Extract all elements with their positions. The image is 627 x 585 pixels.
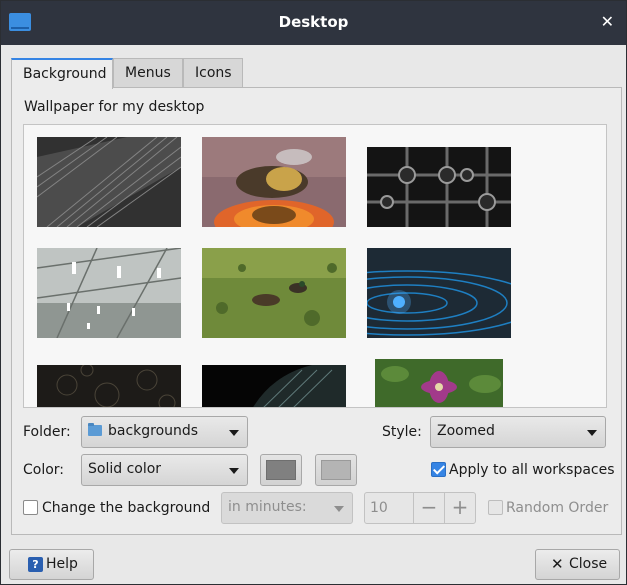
interval-spinbox[interactable]: 10 − +: [364, 492, 476, 524]
wallpaper-thumbnail[interactable]: [367, 147, 511, 227]
close-icon: ✕: [551, 555, 564, 573]
close-button[interactable]: ✕ Close: [535, 549, 620, 580]
random-order-label: Random Order: [506, 500, 609, 516]
color-mode-value: Solid color: [88, 461, 162, 477]
color-mode-dropdown[interactable]: Solid color: [81, 454, 248, 486]
style-label: Style:: [382, 424, 422, 440]
wallpaper-thumbnail[interactable]: [375, 359, 503, 408]
primary-color-button[interactable]: [260, 454, 302, 486]
style-dropdown[interactable]: Zoomed: [430, 416, 606, 448]
wallpaper-gallery[interactable]: [23, 124, 607, 408]
interval-value: 10: [370, 500, 388, 516]
wallpaper-thumbnail[interactable]: [367, 248, 511, 338]
tab-icons[interactable]: Icons: [183, 58, 243, 88]
random-order-checkbox[interactable]: [488, 500, 503, 515]
folder-dropdown[interactable]: backgrounds: [81, 416, 248, 448]
wallpaper-heading: Wallpaper for my desktop: [24, 99, 205, 115]
wallpaper-thumbnail[interactable]: [37, 137, 181, 227]
apply-all-workspaces-label: Apply to all workspaces: [449, 462, 615, 478]
folder-icon: [88, 423, 102, 436]
interval-unit-value: in minutes:: [228, 499, 307, 515]
chevron-down-icon: [229, 430, 239, 436]
secondary-color-swatch: [321, 460, 351, 480]
chevron-down-icon: [587, 430, 597, 436]
folder-label: Folder:: [23, 424, 71, 440]
interval-unit-dropdown[interactable]: in minutes:: [221, 492, 353, 524]
wallpaper-thumbnail[interactable]: [202, 137, 346, 227]
tab-background[interactable]: Background: [11, 58, 113, 89]
close-button-label: Close: [569, 556, 608, 572]
window-title: Desktop: [278, 13, 349, 31]
change-background-label: Change the background: [42, 500, 211, 516]
chevron-down-icon: [229, 468, 239, 474]
help-button[interactable]: ? Help: [9, 549, 94, 580]
minus-icon[interactable]: −: [413, 493, 444, 523]
primary-color-swatch: [266, 460, 296, 480]
apply-all-workspaces-checkbox[interactable]: [431, 462, 446, 477]
wallpaper-thumbnail[interactable]: [37, 365, 181, 408]
secondary-color-button[interactable]: [315, 454, 357, 486]
plus-icon[interactable]: +: [444, 493, 475, 523]
color-label: Color:: [23, 462, 65, 478]
help-icon: ?: [28, 557, 43, 572]
chevron-down-icon: [334, 506, 344, 512]
wallpaper-thumbnail[interactable]: [37, 248, 181, 338]
desktop-settings-window: Desktop ✕ Background Menus Icons Wallpap…: [0, 0, 627, 585]
style-dropdown-value: Zoomed: [437, 423, 495, 439]
wallpaper-thumbnail[interactable]: [202, 365, 346, 408]
wallpaper-thumbnail[interactable]: [202, 248, 346, 338]
window-close-icon[interactable]: ✕: [601, 12, 614, 31]
title-bar[interactable]: Desktop ✕: [1, 1, 626, 45]
help-button-label: Help: [46, 556, 78, 572]
tab-menus[interactable]: Menus: [113, 58, 183, 88]
folder-dropdown-value: backgrounds: [108, 423, 199, 439]
change-background-checkbox[interactable]: [23, 500, 38, 515]
